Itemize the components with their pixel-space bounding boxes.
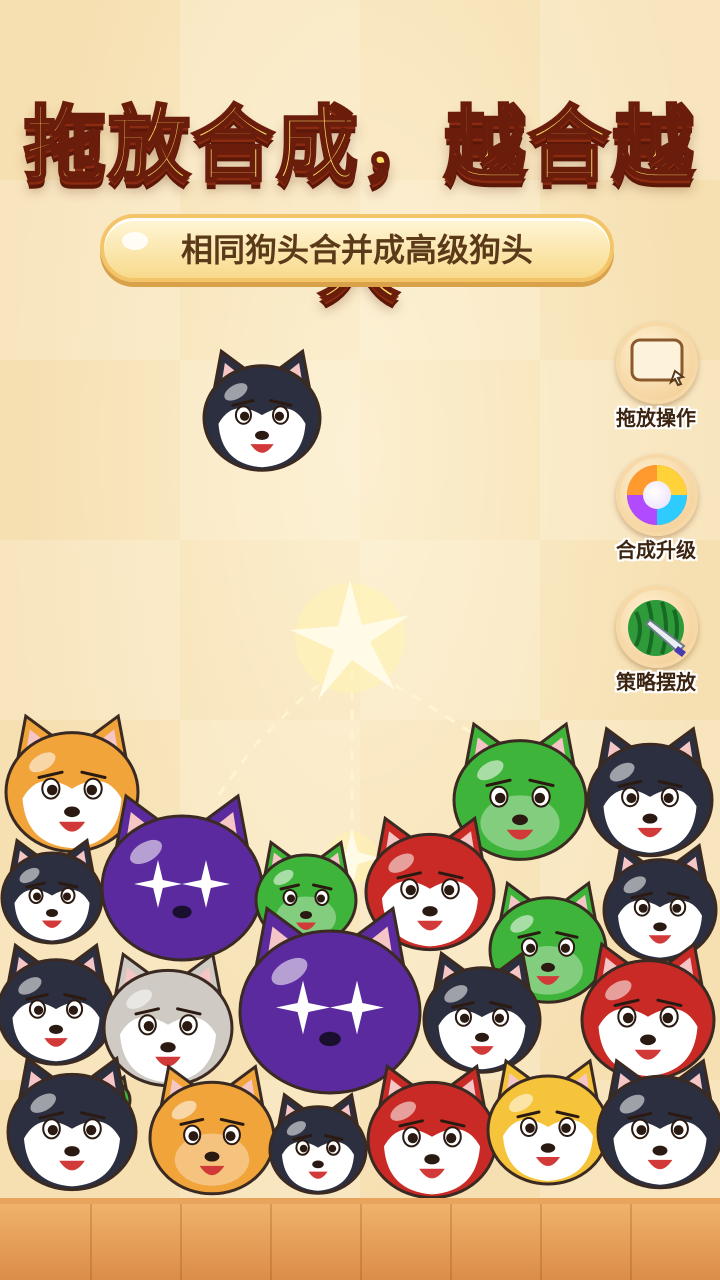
dog-pile <box>0 348 720 1200</box>
red-dog-dog-head <box>366 1063 498 1200</box>
purple-giant-dog-head <box>100 793 264 962</box>
floor-tile-seam <box>360 1204 362 1280</box>
red-dog-dog-head <box>580 941 716 1081</box>
yellow-dog-dog-head <box>486 1058 610 1186</box>
husky-black-dog-head <box>6 1055 138 1192</box>
floor-tile-seam <box>180 1204 182 1280</box>
floor-tile-seam <box>630 1204 632 1280</box>
husky-black-dog-head <box>0 942 116 1066</box>
husky-black-dog-head <box>0 837 104 945</box>
husky-black-dog-head <box>586 726 714 858</box>
husky-black-dog-head <box>268 1092 368 1195</box>
husky-black-dog-head <box>202 348 322 472</box>
floor-tile-seam <box>90 1204 92 1280</box>
husky-black-dog-head <box>602 842 718 962</box>
floor-tile-seam <box>540 1204 542 1280</box>
husky-black-dog-head <box>596 1058 720 1190</box>
husky-black-dog-head <box>422 950 542 1074</box>
orange-dog-dog-head <box>148 1064 276 1196</box>
floor-tile-seam <box>450 1204 452 1280</box>
game-stage: 拖放合成，越合越大 相同狗头合并成高级狗头 拖放操作 <box>0 0 720 1280</box>
purple-giant-dog-head <box>238 905 422 1095</box>
floor-tile-seam <box>270 1204 272 1280</box>
